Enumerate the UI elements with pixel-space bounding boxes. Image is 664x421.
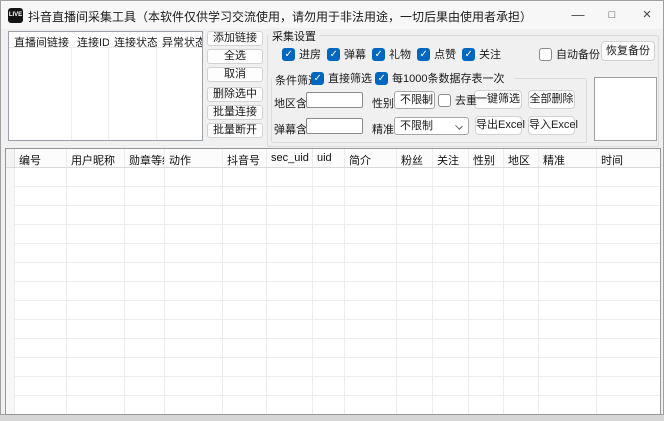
body-col [504, 168, 539, 414]
col-sec-uid[interactable]: sec_uid [267, 149, 313, 167]
checkmark-icon [311, 72, 324, 85]
body-col [597, 168, 660, 414]
room-list-col-status[interactable]: 连接状态 [109, 32, 157, 47]
col-douyin-id[interactable]: 抖音号 [223, 149, 267, 167]
gift-checkbox[interactable]: 礼物 [372, 46, 411, 62]
col-following[interactable]: 关注 [433, 149, 469, 167]
body-col [165, 168, 223, 414]
col-action[interactable]: 动作 [165, 149, 223, 167]
dedupe-checkbox[interactable]: 去重 [438, 92, 477, 108]
body-col [469, 168, 504, 414]
body-col [397, 168, 433, 414]
auto-backup-checkbox[interactable]: 自动备份 [539, 46, 600, 62]
room-list: 直播间链接 连接ID 连接状态 异常状态 [8, 31, 203, 141]
col-uid[interactable]: uid [313, 149, 345, 167]
precision-label: 精准 [372, 121, 394, 137]
precision-selected-value: 不限制 [400, 120, 433, 132]
room-list-col-link[interactable]: 直播间链接 [9, 32, 72, 47]
body-col [223, 168, 267, 414]
body-col [313, 168, 345, 414]
checkmark-icon [372, 48, 385, 61]
follow-checkbox[interactable]: 关注 [462, 46, 501, 62]
col-precision[interactable]: 精准 [539, 149, 597, 167]
checkmark-icon [375, 72, 388, 85]
one-click-filter-button[interactable]: 一键筛选 [474, 90, 522, 109]
desktop-strip [0, 415, 664, 421]
titlebar: LIVE 抖音直播间采集工具（本软件仅供学习交流使用，请勿用于非法用途，一切后果… [1, 1, 663, 29]
room-list-header: 直播间链接 连接ID 连接状态 异常状态 [9, 32, 202, 48]
body-col [125, 168, 165, 414]
delete-all-button[interactable]: 全部删除 [528, 90, 575, 109]
body-col [267, 168, 313, 414]
export-excel-button[interactable]: 导出Excel [475, 116, 522, 135]
checkmark-icon [327, 48, 340, 61]
row-header-corner [6, 149, 15, 167]
chevron-down-icon [455, 122, 463, 130]
col-gender[interactable]: 性别 [469, 149, 504, 167]
danmaku-input[interactable] [306, 118, 363, 134]
direct-filter-checkbox[interactable]: 直接筛选 [311, 70, 372, 86]
room-list-col-error[interactable]: 异常状态 [157, 32, 202, 47]
room-list-body-col [9, 48, 72, 140]
close-icon[interactable]: × [631, 1, 663, 29]
app-window: LIVE 抖音直播间采集工具（本软件仅供学习交流使用，请勿用于非法用途，一切后果… [0, 0, 664, 415]
collect-settings-label: 采集设置 [269, 28, 319, 44]
region-input[interactable] [306, 92, 363, 108]
checkmark-icon [539, 48, 552, 61]
checkmark-icon [438, 94, 451, 107]
app-icon: LIVE [8, 8, 23, 23]
body-col [345, 168, 397, 414]
batch-disconnect-button[interactable]: 批量断开 [207, 123, 263, 138]
batch-save-checkbox[interactable]: 每1000条数据存表一次 [375, 70, 504, 86]
body-col [433, 168, 469, 414]
enter-room-checkbox[interactable]: 进房 [282, 46, 321, 62]
body-col [67, 168, 125, 414]
danmaku-checkbox[interactable]: 弹幕 [327, 46, 366, 62]
restore-backup-button[interactable]: 恢复备份 [601, 41, 655, 61]
row-header-strip [6, 168, 15, 414]
room-list-body-col [72, 48, 109, 140]
minimize-icon[interactable]: — [562, 1, 594, 29]
body-col [15, 168, 67, 414]
col-nickname[interactable]: 用户昵称 [67, 149, 125, 167]
room-list-body-col [109, 48, 157, 140]
region-label: 地区含 [274, 95, 307, 111]
precision-select[interactable]: 不限制 [394, 117, 469, 135]
checkmark-icon [417, 48, 430, 61]
delete-selected-button[interactable]: 删除选中 [207, 87, 263, 102]
col-number[interactable]: 编号 [15, 149, 67, 167]
add-link-button[interactable]: 添加链接 [207, 31, 263, 46]
col-bio[interactable]: 简介 [345, 149, 397, 167]
cancel-button[interactable]: 取消 [207, 67, 263, 82]
data-table-body[interactable] [6, 168, 660, 414]
body-col [539, 168, 597, 414]
preview-box [594, 77, 657, 141]
room-list-body[interactable] [9, 48, 202, 140]
checkmark-icon [282, 48, 295, 61]
window-title: 抖音直播间采集工具（本软件仅供学习交流使用，请勿用于非法用途，一切后果由使用者承… [28, 8, 532, 25]
like-checkbox[interactable]: 点赞 [417, 46, 456, 62]
col-region[interactable]: 地区 [504, 149, 539, 167]
import-excel-button[interactable]: 导入Excel [528, 116, 575, 135]
checkmark-icon [462, 48, 475, 61]
col-medal[interactable]: 勋章等级 [125, 149, 165, 167]
gender-select[interactable]: 不限制 [394, 91, 435, 109]
select-all-button[interactable]: 全选 [207, 49, 263, 64]
maximize-icon[interactable]: □ [596, 1, 628, 29]
room-list-col-id[interactable]: 连接ID [72, 32, 109, 47]
data-table: 编号 用户昵称 勋章等级 动作 抖音号 sec_uid uid 简介 粉丝 关注… [5, 148, 661, 415]
col-time[interactable]: 时间 [597, 149, 660, 167]
danmaku-contains-label: 弹幕含 [274, 121, 307, 137]
data-table-header: 编号 用户昵称 勋章等级 动作 抖音号 sec_uid uid 简介 粉丝 关注… [6, 149, 660, 168]
batch-connect-button[interactable]: 批量连接 [207, 105, 263, 120]
col-fans[interactable]: 粉丝 [397, 149, 433, 167]
gender-label: 性别 [372, 95, 394, 111]
